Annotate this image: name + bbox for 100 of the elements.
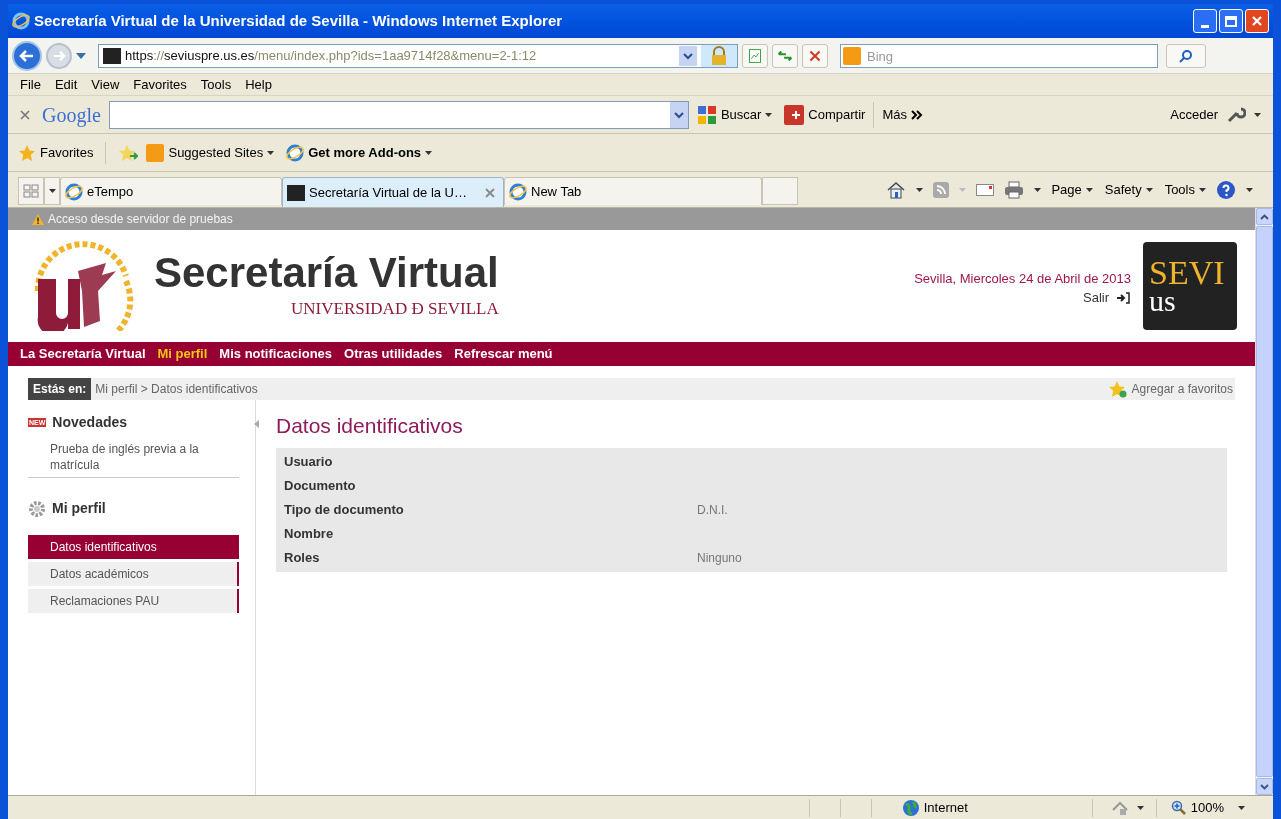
close-icon	[1251, 15, 1263, 27]
nav-link[interactable]: Mi perfil	[157, 344, 208, 364]
browser-tab[interactable]: New Tab	[504, 177, 762, 205]
caret-icon	[765, 112, 773, 117]
mail-icon[interactable]	[976, 184, 995, 196]
url-text: https://seviuspre.us.es/menu/index.php?ids=1aa9714f28&menu=2-1:12	[125, 46, 537, 65]
zoom-button[interactable]: 100%	[1170, 797, 1224, 818]
caret-icon[interactable]	[1034, 188, 1042, 192]
logout-link[interactable]: Salir	[1083, 288, 1131, 308]
nav-link[interactable]: Mis notificaciones	[219, 344, 333, 364]
menu-item[interactable]: File	[20, 74, 41, 95]
dropdown-arrow-icon[interactable]	[76, 52, 86, 59]
close-icon[interactable]	[20, 109, 30, 120]
search-field[interactable]: Bing	[840, 44, 1158, 68]
google-logo: Google	[42, 102, 101, 129]
warning-icon	[32, 213, 44, 225]
padlock-icon[interactable]	[701, 44, 737, 67]
back-arrow-icon	[19, 47, 35, 64]
menu-item[interactable]: Tools	[200, 74, 232, 95]
magnifier-icon	[1170, 799, 1187, 816]
caret-icon[interactable]	[1238, 805, 1245, 810]
sevius-logo: SEVI us	[1143, 242, 1237, 330]
command-menu[interactable]: Tools	[1164, 180, 1206, 200]
minimize-button[interactable]	[1193, 9, 1217, 33]
help-icon[interactable]	[1216, 180, 1236, 200]
scroll-up-button[interactable]	[1256, 208, 1273, 225]
caret-icon[interactable]	[916, 188, 924, 192]
breadcrumb-label: Estás en:	[28, 378, 92, 400]
caret-icon[interactable]	[1246, 188, 1253, 192]
printer-icon[interactable]	[1004, 181, 1025, 199]
more-button[interactable]: Más	[882, 104, 923, 125]
browser-logo-icon	[65, 182, 83, 201]
globe-icon	[901, 798, 920, 817]
browser-logo-icon	[286, 143, 305, 162]
favorites-button[interactable]: Favorites	[18, 142, 94, 163]
site-logo-icon	[287, 184, 305, 201]
favorites-bar-item[interactable]: Suggested Sites	[146, 142, 275, 163]
google-search-field[interactable]	[108, 100, 689, 129]
field-value: Ninguno	[697, 549, 742, 567]
refresh-icon[interactable]	[772, 43, 798, 68]
stop-icon[interactable]	[802, 43, 828, 68]
news-link[interactable]: Prueba de inglés previa a la matrícula	[28, 441, 239, 473]
sidebar-menu-item[interactable]: Reclamaciones PAU	[28, 589, 239, 613]
share-icon	[784, 104, 805, 125]
collapse-arrow-icon[interactable]	[254, 420, 259, 428]
protected-mode-icon[interactable]	[1110, 799, 1129, 816]
site-logo-icon	[103, 47, 121, 64]
favorites-bar-item[interactable]: Get more Add-ons	[286, 142, 433, 163]
menu-item[interactable]: Edit	[54, 74, 78, 95]
compatibility-view-icon[interactable]	[742, 43, 768, 68]
window-title: Secretaría Virtual de la Universidad de Sevilla - Windows Internet Explorer	[34, 10, 564, 31]
address-field[interactable]: https://seviuspre.us.es/menu/index.php?ids=1aa9714f28&menu=2-1:12	[98, 43, 738, 68]
university-name: UNIVERSIDAD Ð SEVILLA	[291, 298, 499, 320]
home-icon[interactable]	[886, 181, 907, 199]
add-favorite-icon[interactable]	[118, 143, 139, 162]
nav-link[interactable]: La Secretaría Virtual	[20, 344, 146, 364]
wrench-icon[interactable]	[1226, 105, 1246, 124]
caret-icon	[1145, 188, 1153, 192]
caret-icon	[267, 150, 275, 155]
maximize-button[interactable]	[1219, 9, 1243, 33]
star-icon	[18, 143, 36, 162]
breadcrumb-path: Mi perfil > Datos identificativos	[95, 381, 258, 398]
double-chevron-icon	[911, 109, 923, 120]
page-heading: Datos identificativos	[276, 413, 464, 439]
search-icon	[1179, 48, 1193, 63]
browser-logo-icon	[12, 12, 30, 30]
toolbar-button[interactable]: Compartir	[784, 104, 866, 125]
star-icon	[1107, 380, 1128, 398]
gear-icon	[28, 499, 46, 518]
toolbar-button[interactable]: Buscar	[696, 104, 773, 125]
field-label: Documento	[283, 476, 357, 495]
menu-item[interactable]: Favorites	[133, 74, 187, 95]
command-menu[interactable]: Safety	[1104, 180, 1153, 200]
sidebar-menu-item[interactable]: Datos identificativos	[28, 535, 239, 559]
caret-icon[interactable]	[1136, 805, 1144, 810]
close-button[interactable]	[1245, 9, 1269, 33]
sign-in-button[interactable]: Acceder	[1170, 104, 1218, 125]
feed-icon[interactable]	[933, 182, 950, 198]
close-icon[interactable]	[485, 187, 495, 198]
menu-item[interactable]: Help	[245, 74, 272, 95]
menu-item[interactable]: View	[91, 74, 120, 95]
browser-tab[interactable]: Secretaría Virtual de la U…	[282, 177, 504, 207]
caret-icon	[1199, 188, 1206, 192]
date-text: Sevilla, Miercoles 24 de Abril de 2013	[914, 269, 1131, 288]
tab-list-button[interactable]	[44, 177, 60, 205]
field-label: Usuario	[283, 452, 334, 471]
scroll-down-button[interactable]	[1256, 778, 1273, 795]
command-menu[interactable]: Page	[1051, 180, 1093, 200]
back-button[interactable]	[12, 40, 42, 71]
security-zone: Internet	[923, 798, 968, 817]
field-label: Roles	[283, 548, 321, 567]
add-to-favorites-link[interactable]: Agregar a favoritos	[1107, 380, 1235, 398]
sidebar-heading: Novedades	[52, 413, 128, 432]
nav-link[interactable]: Otras utilidades	[344, 344, 443, 364]
browser-tab[interactable]: eTempo	[60, 177, 282, 205]
sidebar-menu-item[interactable]: Datos académicos	[28, 562, 239, 586]
sidebar-heading: Mi perfil	[52, 499, 106, 518]
search-button[interactable]	[1166, 43, 1206, 68]
caret-icon[interactable]	[1254, 112, 1261, 117]
nav-link[interactable]: Refrescar menú	[454, 344, 553, 364]
